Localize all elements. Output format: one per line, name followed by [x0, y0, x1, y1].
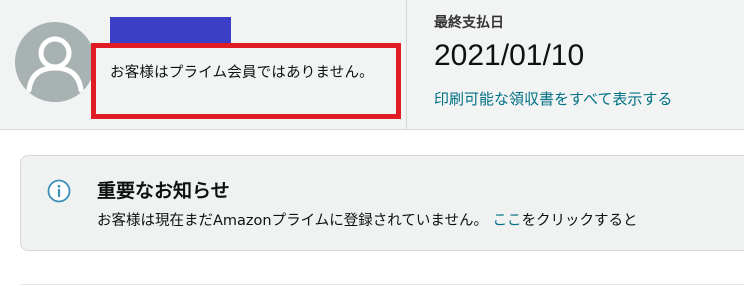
account-page: お客様はプライム会員ではありません。 最終支払日 2021/01/10 印刷可能…: [0, 0, 744, 286]
notice-trailing-text: をクリックすると: [521, 213, 638, 229]
last-payment-panel: 最終支払日 2021/01/10 印刷可能な領収書をすべて表示する: [434, 12, 734, 110]
redacted-account-name: [110, 17, 231, 45]
notice-body: お客様は現在まだAmazonプライムに登録されていません。 ここをクリックすると: [97, 209, 638, 230]
avatar: [15, 22, 95, 102]
view-receipts-link[interactable]: 印刷可能な領収書をすべて表示する: [434, 88, 734, 110]
notice-body-text: お客様は現在まだAmazonプライムに登録されていません。: [97, 213, 488, 229]
notice-title: 重要なお知らせ: [97, 180, 230, 202]
info-icon: [47, 179, 71, 203]
section-divider: [20, 284, 744, 285]
notice-click-here-link[interactable]: ここ: [493, 213, 522, 229]
important-notice: 重要なお知らせ お客様は現在まだAmazonプライムに登録されていません。 ここ…: [20, 155, 744, 251]
prime-membership-status: お客様はプライム会員ではありません。: [110, 65, 374, 81]
person-silhouette-icon: [15, 22, 95, 102]
profile-panel: お客様はプライム会員ではありません。: [0, 0, 407, 129]
last-payment-label: 最終支払日: [434, 15, 504, 31]
last-payment-date: 2021/01/10: [434, 39, 585, 72]
account-summary-band: お客様はプライム会員ではありません。 最終支払日 2021/01/10 印刷可能…: [0, 0, 744, 130]
